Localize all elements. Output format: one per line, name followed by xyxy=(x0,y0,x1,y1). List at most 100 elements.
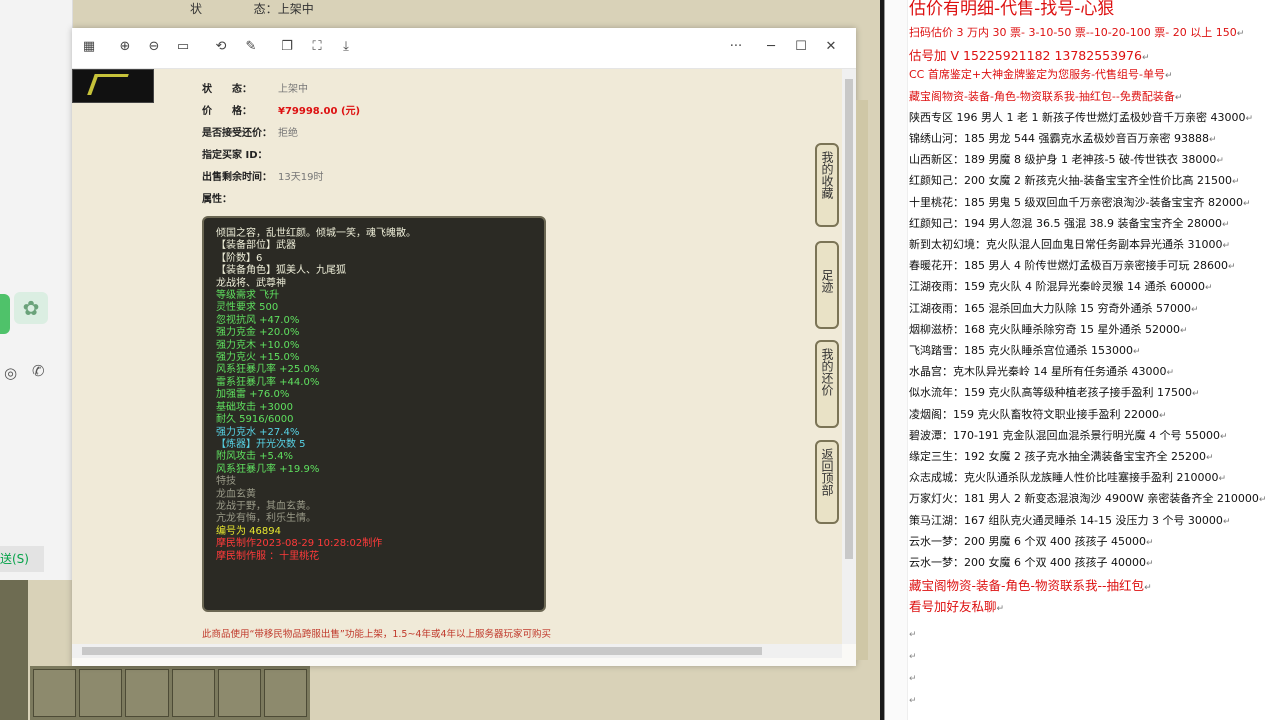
document-line: 江湖夜雨：159 克火队 4 阶混异光秦岭灵猴 14 通杀 60000↵ xyxy=(909,278,1213,294)
vertical-scrollbar[interactable] xyxy=(842,69,856,644)
info-remaining-row: 出售剩余时间： 13天19时 xyxy=(202,168,323,183)
document-line: 看号加好友私聊↵ xyxy=(909,596,1004,615)
document-line: 红颜知己：194 男人忽混 36.5 强混 38.9 装备宝宝齐全 28000↵ xyxy=(909,215,1230,231)
grid-view-icon[interactable]: ▦ xyxy=(80,38,98,56)
document-line: 缘定三生：192 女魔 2 孩子克水抽全满装备宝宝齐全 25200↵ xyxy=(909,448,1214,464)
paragraph-mark: ↵ xyxy=(909,630,917,640)
document-line: 江湖夜雨：165 混杀回血大力队除 15 穷奇外通杀 57000↵ xyxy=(909,300,1199,316)
attribute-line: 特技 xyxy=(216,476,236,488)
document-line-text: 策马江湖：167 组队克火通灵睡杀 14-15 没压力 3 个号 30000 xyxy=(909,513,1223,527)
paragraph-mark: ↵ xyxy=(1231,177,1240,188)
attributes-list: 倾国之容，乱世红颜。倾城一笑，魂飞魄散。 【装备部位】武器 【阶数】6 【装备角色】狐… xyxy=(216,228,532,563)
document-line: 十里桃花：185 男鬼 5 级双回血千万亲密浪淘沙-装备宝宝齐 82000↵ xyxy=(909,194,1251,210)
attribute-line: 强力克木 +10.0% xyxy=(216,339,300,351)
grid-slot[interactable] xyxy=(125,669,169,717)
document-margin xyxy=(885,0,908,720)
download-icon[interactable]: ⤓ xyxy=(337,38,355,56)
document-line: 藏宝阁物资-装备-角色-物资联系我-抽红包--免费配装备↵ xyxy=(909,88,1182,104)
paragraph-mark: ↵ xyxy=(1145,537,1154,548)
attribute-line: 风系狂暴几率 +25.0% xyxy=(216,364,320,376)
chat-sticker[interactable]: ✿ xyxy=(14,292,48,324)
paragraph-mark: ↵ xyxy=(1221,219,1230,230)
document-line: 云水一梦：200 女魔 6 个双 400 孩孩子 40000↵ xyxy=(909,554,1154,570)
right-decoration-strip xyxy=(856,100,868,660)
document-line-text: 江湖夜雨：165 混杀回血大力队除 15 穷奇外通杀 57000 xyxy=(909,301,1191,315)
fit-window-icon[interactable]: ▭ xyxy=(174,38,192,56)
attribute-line: 加强雷 +76.0% xyxy=(216,389,290,401)
horizontal-scroll-thumb[interactable] xyxy=(82,647,762,655)
paragraph-mark: ↵ xyxy=(1144,583,1152,594)
document-line: 策马江湖：167 组队克火通灵睡杀 14-15 没压力 3 个号 30000↵ xyxy=(909,512,1230,528)
info-counter-label: 是否接受还价： xyxy=(202,128,272,139)
document-line: 水晶宫：克木队异光秦岭 14 星所有任务通杀 43000↵ xyxy=(909,363,1174,379)
paragraph-mark: ↵ xyxy=(1191,389,1200,400)
document-line: 碧波潭：170-191 克金队混回血混杀景行明光魔 4 个号 55000↵ xyxy=(909,427,1227,443)
paragraph-mark: ↵ xyxy=(1222,241,1231,251)
paragraph-mark: ↵ xyxy=(1174,92,1183,103)
rotate-icon[interactable]: ⟲ xyxy=(212,38,230,56)
chat-target-icon[interactable]: ◎ xyxy=(4,364,17,382)
grid-slot[interactable] xyxy=(33,669,77,717)
document-line: 锦绣山河：185 男龙 544 强霸克水孟极妙音百万亲密 93888↵ xyxy=(909,130,1217,146)
minimize-icon[interactable]: ─ xyxy=(762,38,780,56)
attribute-line: 等级需求 飞升 xyxy=(216,290,280,302)
paragraph-mark: ↵ xyxy=(996,604,1005,615)
paragraph-mark: ↵ xyxy=(1245,113,1254,124)
my-offers-button[interactable]: 我的还价 xyxy=(815,340,839,428)
paragraph-mark: ↵ xyxy=(909,652,917,662)
copy-icon[interactable]: ❐ xyxy=(278,38,296,56)
attribute-line: 倾国之容，乱世红颜。倾城一笑，魂飞魄散。 xyxy=(216,228,416,239)
horizontal-scrollbar[interactable] xyxy=(72,644,842,658)
back-to-top-button[interactable]: 返回顶部 xyxy=(815,440,839,524)
back-to-top-label: 返回顶部 xyxy=(820,448,834,496)
document-line-text: 估号加 V 15225921182 13782553976 xyxy=(909,48,1142,64)
footprint-label: 足迹 xyxy=(820,269,834,293)
close-icon[interactable]: ✕ xyxy=(822,38,840,56)
chat-phone-icon[interactable]: ✆ xyxy=(32,362,45,380)
zoom-in-icon[interactable]: ⊕ xyxy=(116,38,134,56)
document-line: 扫码估价 3 万内 30 票- 3-10-50 票--10-20-100 票- … xyxy=(909,24,1244,40)
attribute-line: 灵性要求 500 xyxy=(216,302,279,314)
grid-slot[interactable] xyxy=(171,669,215,717)
more-icon[interactable]: ··· xyxy=(724,38,748,56)
paragraph-mark: ↵ xyxy=(1208,135,1217,145)
attribute-line: 强力克火 +15.0% xyxy=(216,352,300,364)
document-line: 众志成城：克火队通杀队龙族睡人性价比哇塞接手盈利 210000↵ xyxy=(909,469,1226,485)
paragraph-mark: ↵ xyxy=(1204,283,1213,294)
attribute-line: 雷系狂暴几率 +44.0% xyxy=(216,376,320,388)
scan-icon[interactable]: ⛶ xyxy=(308,38,326,56)
background-status-label: 状 xyxy=(190,2,203,16)
attribute-line: 龙战将、武尊神 xyxy=(216,277,286,289)
attribute-line: 龙战于野，其血玄黄。 xyxy=(216,500,316,512)
document-line-text: 新到太初幻境：克火队混人回血鬼日常任务副本异光通杀 31000 xyxy=(909,238,1223,251)
attribute-line: 亢龙有悔，利乐生情。 xyxy=(216,513,316,525)
paragraph-mark: ↵ xyxy=(1158,410,1167,421)
maximize-icon[interactable]: ☐ xyxy=(792,38,810,56)
grid-slot[interactable] xyxy=(79,669,123,717)
footprint-button[interactable]: 足迹 xyxy=(815,241,839,329)
vertical-scroll-thumb[interactable] xyxy=(845,79,853,559)
my-offers-label: 我的还价 xyxy=(820,348,834,396)
document-line-text: 万家灯火：181 男人 2 新变态混浪淘沙 4900W 亲密装备齐全 21000… xyxy=(909,492,1259,506)
chat-send-button[interactable]: 送(S) xyxy=(0,546,44,572)
document-line-text: 红颜知己：200 女魔 2 新孩克火抽-装备宝宝齐全性价比高 21500 xyxy=(909,174,1232,188)
document-line-text: 云水一梦：200 男魔 6 个双 400 孩孩子 45000 xyxy=(909,534,1146,548)
document-pane: 估价有明细-代售-找号-心狠 扫码估价 3 万内 30 票- 3-10-50 票… xyxy=(884,0,1280,720)
edit-icon[interactable]: ✎ xyxy=(242,38,260,56)
document-line-text: 陕西专区 196 男人 1 老 1 新孩子传世燃灯孟极妙音千万亲密 43000 xyxy=(909,110,1246,124)
document-line-text: 扫码估价 3 万内 30 票- 3-10-50 票--10-20-100 票- … xyxy=(909,26,1237,39)
zoom-out-icon[interactable]: ⊖ xyxy=(145,38,163,56)
my-favorites-button[interactable]: 我的收藏 xyxy=(815,143,839,227)
background-status-value: 上架中 xyxy=(277,2,314,16)
document-line-text: 藏宝阁物资-装备-角色-物资联系我--抽红包 xyxy=(909,578,1145,594)
document-line-text: 十里桃花：185 男鬼 5 级双回血千万亲密浪淘沙-装备宝宝齐 82000 xyxy=(909,195,1243,209)
document-line: CC 首席鉴定+大神金牌鉴定为您服务-代售组号-单号↵ xyxy=(909,66,1173,82)
grid-slot[interactable] xyxy=(263,669,308,717)
grid-slot[interactable] xyxy=(217,669,261,717)
paragraph-mark: ↵ xyxy=(1166,368,1175,379)
document-line-text: 红颜知己：194 男人忽混 36.5 强混 38.9 装备宝宝齐全 28000 xyxy=(909,216,1222,230)
document-line-text: 缘定三生：192 女魔 2 孩子克水抽全满装备宝宝齐全 25200 xyxy=(909,450,1206,463)
info-buyer-label: 指定买家 ID： xyxy=(202,150,268,161)
background-dark-strip xyxy=(0,580,28,720)
document-line-text: 烟柳滋桥：168 克火队睡杀除穷奇 15 星外通杀 52000 xyxy=(909,322,1180,336)
